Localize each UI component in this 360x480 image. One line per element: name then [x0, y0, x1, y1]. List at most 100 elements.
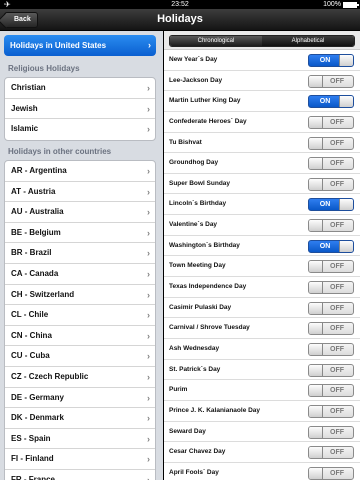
status-time: 23:52 [171, 1, 189, 8]
holiday-panel: Chronological Alphabetical New Year`s Da… [164, 31, 360, 480]
holiday-toggle[interactable]: OFF [308, 342, 354, 356]
toggle-label: OFF [330, 325, 344, 333]
holiday-toggle[interactable]: OFF [308, 219, 354, 233]
toggle-label: OFF [330, 263, 344, 271]
holiday-name: Confederate Heroes` Day [169, 117, 247, 125]
toggle-knob [309, 405, 323, 417]
list-item[interactable]: DE - Germany › [5, 388, 155, 409]
holiday-row: Confederate Heroes` Day OFF [164, 112, 360, 133]
toggle-knob [309, 75, 323, 87]
list-item[interactable]: DK - Denmark › [5, 408, 155, 429]
toggle-label: ON [319, 57, 331, 64]
list-item[interactable]: CU - Cuba › [5, 346, 155, 367]
holiday-row: Washington`s Birthday ON [164, 236, 360, 257]
tab-chronological[interactable]: Chronological [170, 36, 262, 46]
holiday-toggle[interactable]: OFF [308, 446, 354, 460]
chevron-right-icon: › [147, 83, 150, 93]
holiday-toggle[interactable]: ON [308, 54, 354, 67]
chevron-right-icon: › [147, 454, 150, 465]
holiday-toggle[interactable]: OFF [308, 384, 354, 398]
holiday-row: Carnival / Shrove Tuesday OFF [164, 318, 360, 339]
toggle-knob [309, 261, 323, 273]
religious-holidays-header: Religious Holidays [8, 64, 80, 73]
list-item[interactable]: CL - Chile › [5, 305, 155, 326]
holiday-toggle[interactable]: OFF [308, 157, 354, 171]
holiday-toggle[interactable]: OFF [308, 74, 354, 88]
tab-alphabetical[interactable]: Alphabetical [262, 36, 354, 46]
list-item[interactable]: FI - Finland › [5, 449, 155, 470]
list-item[interactable]: AR - Argentina › [5, 161, 155, 182]
holiday-name: Seward Day [169, 427, 206, 435]
chevron-right-icon: › [147, 227, 150, 238]
holiday-toggle[interactable]: OFF [308, 115, 354, 129]
holiday-toggle[interactable]: OFF [308, 281, 354, 295]
holiday-name: Casimir Pulaski Day [169, 303, 232, 311]
holiday-toggle[interactable]: OFF [308, 260, 354, 274]
holiday-row: Prince J. K. Kalanianaole Day OFF [164, 401, 360, 422]
list-item-label: CH - Switzerland [11, 289, 75, 299]
toggle-label: OFF [330, 449, 344, 457]
battery-percent: 100% [323, 1, 341, 8]
list-item[interactable]: Islamic › [5, 119, 155, 140]
holiday-toggle[interactable]: OFF [308, 301, 354, 315]
holiday-name: April Fools` Day [169, 468, 219, 476]
chevron-right-icon: › [147, 103, 150, 114]
list-item-label: AU - Australia [11, 207, 64, 217]
holiday-list: New Year`s Day ON Lee-Jackson Day OFF Martin… [164, 50, 360, 480]
holiday-row: Super Bowl Sunday OFF [164, 174, 360, 195]
list-item[interactable]: FR - France › [5, 470, 155, 480]
sidebar-item-united-states[interactable]: Holidays in United States › [4, 35, 156, 56]
holiday-toggle[interactable]: OFF [308, 322, 354, 336]
holiday-name: Carnival / Shrove Tuesday [169, 324, 250, 332]
holiday-name: Cesar Chavez Day [169, 448, 226, 456]
list-item-label: FI - Finland [11, 454, 54, 464]
holiday-toggle[interactable]: OFF [308, 136, 354, 150]
toggle-label: OFF [330, 222, 344, 230]
list-item[interactable]: CZ - Czech Republic › [5, 367, 155, 388]
holiday-row: Lincoln`s Birthday ON [164, 194, 360, 216]
toggle-knob [309, 323, 323, 335]
list-item[interactable]: ES - Spain › [5, 429, 155, 450]
toggle-label: OFF [330, 160, 344, 168]
list-item[interactable]: CN - China › [5, 326, 155, 347]
sidebar: Holidays in United States › Religious Ho… [0, 31, 163, 480]
toggle-label: OFF [330, 428, 344, 436]
holiday-toggle[interactable]: ON [308, 239, 354, 253]
holiday-row: April Fools` Day OFF [164, 463, 360, 480]
chevron-right-icon: › [147, 392, 150, 403]
list-item-label: DK - Denmark [11, 413, 64, 423]
list-item[interactable]: AT - Austria › [5, 182, 155, 203]
chevron-right-icon: › [147, 413, 150, 424]
holiday-name: Prince J. K. Kalanianaole Day [169, 406, 261, 414]
chevron-right-icon: › [147, 330, 150, 341]
list-item-label: ES - Spain [11, 433, 51, 443]
holiday-toggle[interactable]: ON [308, 198, 354, 212]
holiday-toggle[interactable]: OFF [308, 425, 354, 439]
chevron-right-icon: › [147, 310, 150, 321]
chevron-right-icon: › [147, 166, 150, 176]
toggle-knob [309, 426, 323, 438]
list-item-label: Islamic [11, 124, 39, 134]
toggle-knob [339, 96, 353, 108]
segment-bar: Chronological Alphabetical [164, 31, 360, 50]
toggle-label: OFF [330, 77, 344, 85]
list-item[interactable]: CA - Canada › [5, 264, 155, 285]
holiday-toggle[interactable]: OFF [308, 363, 354, 377]
holiday-row: Martin Luther King Day ON [164, 91, 360, 112]
holiday-toggle[interactable]: OFF [308, 404, 354, 418]
list-item[interactable]: AU - Australia › [5, 202, 155, 223]
list-item-label: CA - Canada [11, 268, 59, 278]
list-item[interactable]: BR - Brazil › [5, 243, 155, 264]
toggle-label: OFF [330, 180, 344, 188]
toggle-label: ON [319, 242, 331, 250]
holiday-toggle[interactable]: OFF [308, 177, 354, 191]
list-item-label: Jewish [11, 103, 38, 113]
list-item[interactable]: Jewish › [5, 99, 155, 120]
chevron-right-icon: › [147, 371, 150, 382]
list-item[interactable]: CH - Switzerland › [5, 285, 155, 306]
list-item[interactable]: Christian › [5, 78, 155, 99]
toggle-knob [339, 55, 353, 66]
holiday-toggle[interactable]: ON [308, 95, 354, 109]
list-item[interactable]: BE - Belgium › [5, 223, 155, 244]
holiday-toggle[interactable]: OFF [308, 466, 354, 480]
